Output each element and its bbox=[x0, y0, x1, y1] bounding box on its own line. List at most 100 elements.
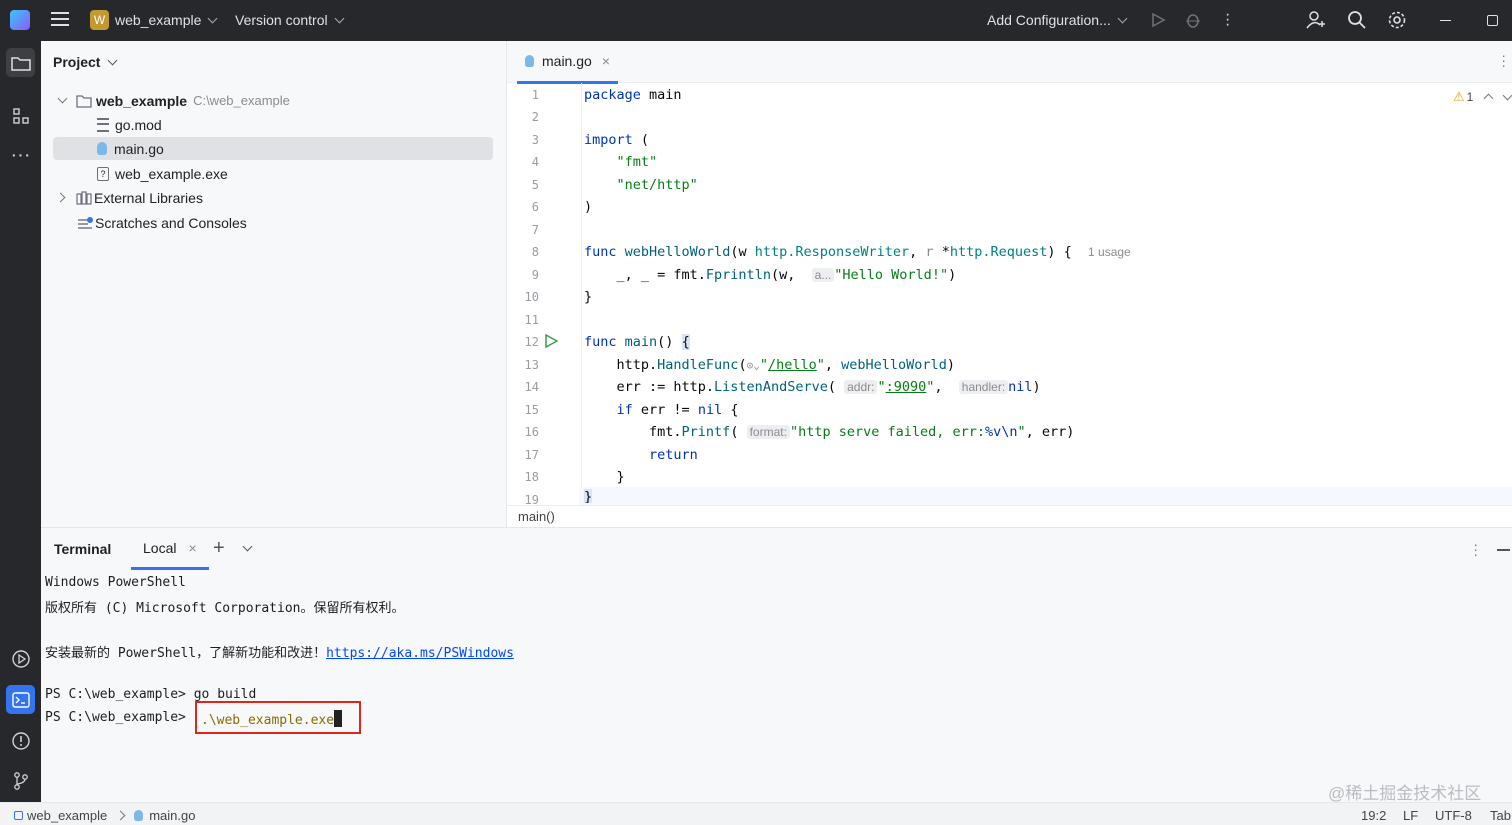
run-configuration-selector[interactable]: Add Configuration... bbox=[987, 12, 1128, 28]
hide-panel-icon[interactable] bbox=[1497, 549, 1510, 551]
project-switcher[interactable]: W web_example bbox=[90, 10, 218, 30]
tree-item-go-mod[interactable]: go.mod bbox=[53, 113, 493, 136]
code-line-13: http.HandleFunc(⊙⌄"/hello", webHelloWorl… bbox=[584, 357, 955, 373]
terminal-icon[interactable] bbox=[6, 685, 35, 714]
minimize-window-icon[interactable] bbox=[1440, 20, 1451, 21]
parameter-hint: handler: bbox=[958, 380, 1009, 394]
file-name: go.mod bbox=[115, 116, 162, 133]
tree-item-exe[interactable]: ? web_example.exe bbox=[53, 162, 493, 185]
code-line-9: _, _ = fmt.Fprintln(w, a... "Hello World!… bbox=[584, 267, 957, 283]
problems-icon[interactable] bbox=[6, 726, 35, 755]
code-line-10: } bbox=[584, 289, 593, 305]
tree-item-main-go[interactable]: main.go bbox=[53, 137, 493, 160]
current-command[interactable]: .\web_example.exe bbox=[201, 710, 343, 728]
editor-tab-options-icon[interactable]: · · · bbox=[1501, 48, 1506, 72]
scratches-icon bbox=[78, 216, 93, 229]
editor-breadcrumb-bar: main() bbox=[507, 505, 1512, 528]
file-name: web_example.exe bbox=[115, 165, 228, 182]
project-name: web_example bbox=[115, 12, 202, 28]
chevron-down-icon[interactable] bbox=[242, 541, 253, 552]
structure-icon[interactable] bbox=[6, 101, 35, 130]
services-icon[interactable] bbox=[6, 644, 35, 673]
code-line-5: "net/http" bbox=[616, 177, 698, 193]
terminal-line: PS C:\web_example> bbox=[45, 710, 194, 725]
terminal-prompt: PS C:\web_example> bbox=[45, 710, 194, 725]
code-area[interactable]: package main import ( "fmt" "net/http" )… bbox=[507, 83, 1512, 507]
tab-label: Local bbox=[143, 539, 177, 556]
file-encoding[interactable]: UTF-8 bbox=[1435, 808, 1472, 823]
code-line-14: err := http.ListenAndServe( addr: ":9090"… bbox=[584, 379, 1041, 395]
code-line-18: } bbox=[584, 469, 625, 485]
chevron-down-icon bbox=[1117, 13, 1128, 23]
gopher-file-icon bbox=[525, 55, 534, 67]
status-breadcrumb[interactable]: web_example main.go bbox=[14, 808, 195, 823]
left-tool-strip: ··· bbox=[0, 41, 41, 802]
terminal-panel: Terminal Local × + · · · Windows PowerShel… bbox=[41, 527, 1512, 803]
tab-local[interactable]: Local × bbox=[131, 528, 209, 570]
code-line-4: "fmt" bbox=[616, 154, 658, 170]
project-view-selector[interactable]: Project bbox=[53, 54, 118, 70]
title-bar: W web_example Version control Add Config… bbox=[0, 0, 1512, 41]
gopher-file-icon bbox=[97, 142, 107, 155]
editor-tab-bar: main.go × · · · bbox=[507, 41, 1512, 84]
module-icon bbox=[14, 811, 23, 820]
more-actions-icon[interactable]: · · · bbox=[1225, 7, 1230, 33]
project-tool-folder-icon[interactable] bbox=[6, 48, 35, 77]
code-line-8: func webHelloWorld(w http.ResponseWriter… bbox=[584, 244, 1131, 260]
main-menu-icon[interactable] bbox=[51, 12, 69, 28]
version-control-label: Version control bbox=[235, 12, 328, 28]
text-cursor bbox=[334, 710, 343, 727]
watermark: @稀土掘金技术社区 bbox=[1328, 784, 1482, 803]
tab-main-go[interactable]: main.go × bbox=[517, 41, 618, 84]
gopher-file-icon bbox=[134, 810, 144, 821]
code-line-3: import ( bbox=[584, 132, 650, 148]
chevron-down-icon bbox=[57, 93, 68, 104]
close-tab-icon[interactable]: × bbox=[188, 540, 196, 556]
parameter-hint: a... bbox=[811, 268, 835, 282]
restore-window-icon[interactable] bbox=[1487, 15, 1498, 26]
terminal-line: PS C:\web_example> go build bbox=[45, 687, 256, 702]
indent-setting[interactable]: Tab bbox=[1490, 808, 1511, 823]
new-tab-plus-icon[interactable]: + bbox=[213, 537, 225, 560]
status-file: main.go bbox=[149, 808, 196, 823]
code-line-1: package main bbox=[584, 87, 682, 103]
file-name: main.go bbox=[114, 140, 164, 157]
code-line-19: } bbox=[584, 489, 593, 503]
chevron-down-icon bbox=[108, 55, 118, 65]
tree-item-external-libraries[interactable]: External Libraries bbox=[53, 186, 493, 209]
line-separator[interactable]: LF bbox=[1403, 808, 1418, 823]
debug-icon[interactable] bbox=[1184, 11, 1202, 29]
scratches-label: Scratches and Consoles bbox=[95, 214, 247, 231]
code-line-6: ) bbox=[584, 199, 593, 215]
code-line-17: return bbox=[649, 447, 698, 463]
terminal-line: Windows PowerShell bbox=[45, 575, 186, 590]
powershell-link[interactable]: https://aka.ms/PSWindows bbox=[326, 646, 514, 661]
add-user-icon[interactable] bbox=[1306, 10, 1326, 30]
editor-area: main.go × · · · ⚠ 1 1 2 3 4 5 6 7 8 9 10 1… bbox=[507, 41, 1512, 528]
search-icon[interactable] bbox=[1347, 10, 1367, 30]
root-folder-name: web_example bbox=[96, 92, 188, 109]
external-libraries-label: External Libraries bbox=[94, 189, 203, 206]
terminal-options-icon[interactable]: · · · bbox=[1473, 537, 1478, 561]
terminal-text: 安装最新的 PowerShell，了解新功能和改进！ bbox=[45, 646, 327, 661]
settings-gear-icon[interactable] bbox=[1387, 10, 1407, 30]
usage-hint[interactable]: 1 usage bbox=[1088, 245, 1131, 259]
git-branch-icon[interactable] bbox=[6, 766, 35, 795]
code-line-16: fmt.Printf( format: "http serve failed, e… bbox=[584, 424, 1075, 440]
chevron-right-icon bbox=[55, 192, 66, 203]
version-control-menu[interactable]: Version control bbox=[235, 12, 345, 28]
breadcrumb-function[interactable]: main() bbox=[518, 509, 555, 524]
close-tab-icon[interactable]: × bbox=[602, 53, 610, 69]
terminal-line: 版权所有 (C) Microsoft Corporation。保留所有权利。 bbox=[45, 601, 405, 616]
chevron-down-icon bbox=[207, 13, 218, 23]
terminal-command: go build bbox=[193, 687, 257, 702]
app-logo-icon[interactable] bbox=[10, 10, 30, 30]
terminal-output[interactable]: Windows PowerShell 版权所有 (C) Microsoft Co… bbox=[41, 570, 1512, 803]
tree-item-root[interactable]: web_example C:\web_example bbox=[53, 89, 493, 112]
code-line-12: func main() { bbox=[584, 334, 690, 350]
cursor-position[interactable]: 19:2 bbox=[1361, 808, 1386, 823]
tree-item-scratches[interactable]: Scratches and Consoles bbox=[53, 211, 493, 234]
run-icon[interactable] bbox=[1150, 12, 1166, 28]
chevron-right-icon bbox=[115, 810, 126, 821]
more-tools-icon[interactable]: ··· bbox=[6, 141, 35, 170]
